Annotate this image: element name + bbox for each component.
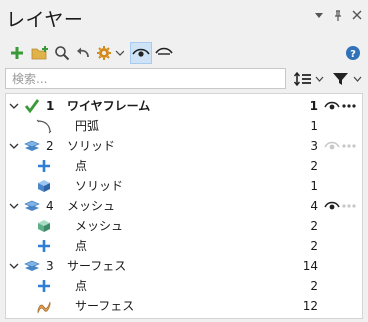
- more-options-icon[interactable]: [341, 136, 357, 156]
- layer-stack-icon: [24, 260, 40, 271]
- object-row-arc[interactable]: 円弧 1: [6, 116, 362, 136]
- sort-menu-button[interactable]: [292, 68, 326, 90]
- object-count: 2: [310, 279, 318, 293]
- eye-icon[interactable]: [324, 100, 340, 112]
- panel-title: レイヤー: [6, 9, 84, 31]
- chevron-down-icon: [315, 76, 324, 82]
- object-row-mesh[interactable]: メッシュ 2: [6, 216, 362, 236]
- object-row-point[interactable]: 点 2: [6, 236, 362, 256]
- layer-label: ソリッド: [67, 139, 116, 153]
- gear-icon: [97, 46, 111, 60]
- folder-plus-icon: [31, 46, 48, 60]
- chevron-down-icon[interactable]: [9, 196, 19, 216]
- triangle-down-icon[interactable]: [312, 10, 326, 24]
- add-folder-button[interactable]: [30, 42, 50, 64]
- close-icon[interactable]: [350, 10, 364, 24]
- object-label: 点: [75, 239, 88, 253]
- layer-row-wireframe[interactable]: 1 ワイヤフレーム 1: [6, 96, 362, 116]
- object-label: メッシュ: [75, 219, 124, 233]
- more-options-icon[interactable]: [341, 96, 357, 116]
- eye-icon[interactable]: [324, 140, 340, 152]
- help-button[interactable]: ?: [344, 42, 362, 64]
- point-icon: [38, 160, 50, 172]
- layer-tree: 1 ワイヤフレーム 1 円弧 1 2 ソリッド 3 点 2 ソリッド 1 4 メ…: [5, 93, 363, 319]
- point-icon: [38, 280, 50, 292]
- layer-stack-icon: [24, 200, 40, 211]
- show-layers-button[interactable]: [130, 42, 152, 64]
- object-label: 円弧: [75, 119, 100, 133]
- chevron-down-icon[interactable]: [9, 136, 19, 156]
- layer-number: 4: [46, 199, 54, 213]
- arc-icon: [36, 119, 52, 134]
- object-count: 3: [310, 139, 318, 153]
- search-layers-button[interactable]: [53, 42, 71, 64]
- undo-icon: [77, 47, 89, 58]
- layer-number: 2: [46, 139, 54, 153]
- object-label: 点: [75, 279, 88, 293]
- undo-button[interactable]: [74, 42, 92, 64]
- layer-number: 3: [46, 259, 54, 273]
- eye-closed-icon: [155, 47, 173, 55]
- object-row-point[interactable]: 点 2: [6, 276, 362, 296]
- object-label: ソリッド: [75, 179, 124, 193]
- object-row-point[interactable]: 点 2: [6, 156, 362, 176]
- hide-layers-button[interactable]: [154, 42, 174, 64]
- pin-icon[interactable]: [331, 10, 345, 24]
- object-count: 14: [302, 259, 318, 273]
- search-input[interactable]: [5, 68, 286, 89]
- solid-cube-icon: [38, 180, 50, 192]
- filter-menu-button[interactable]: [330, 68, 364, 90]
- object-count: 1: [310, 119, 318, 133]
- object-count: 2: [310, 159, 318, 173]
- add-layer-button[interactable]: [8, 42, 26, 64]
- object-count: 4: [310, 199, 318, 213]
- magnifier-icon: [55, 46, 70, 61]
- layer-label: ワイヤフレーム: [67, 99, 151, 113]
- plus-icon: [11, 47, 23, 59]
- layer-row-surface[interactable]: 3 サーフェス 14: [6, 256, 362, 276]
- object-count: 12: [302, 299, 318, 313]
- mesh-icon: [38, 220, 50, 232]
- eye-icon: [132, 48, 150, 57]
- chevron-down-icon: [115, 50, 124, 56]
- panel-titlebar: レイヤー: [0, 0, 368, 36]
- object-row-solid[interactable]: ソリッド 1: [6, 176, 362, 196]
- surface-icon: [37, 301, 51, 314]
- object-count: 2: [310, 219, 318, 233]
- more-options-icon[interactable]: [341, 196, 357, 216]
- layer-row-solid[interactable]: 2 ソリッド 3: [6, 136, 362, 156]
- sort-icon: [293, 71, 311, 87]
- help-icon: ?: [346, 46, 360, 60]
- settings-menu-button[interactable]: [95, 42, 125, 64]
- checkmark-icon: [24, 99, 40, 114]
- layer-label: メッシュ: [67, 199, 116, 213]
- object-count: 1: [310, 179, 318, 193]
- eye-icon[interactable]: [324, 200, 340, 212]
- object-count: 2: [310, 239, 318, 253]
- object-label: サーフェス: [75, 299, 135, 313]
- point-icon: [38, 240, 50, 252]
- layer-row-mesh[interactable]: 4 メッシュ 4: [6, 196, 362, 216]
- chevron-down-icon[interactable]: [9, 96, 19, 116]
- object-row-surface[interactable]: サーフェス 12: [6, 296, 362, 316]
- layer-toolbar: ?: [0, 40, 368, 66]
- chevron-down-icon: [353, 76, 362, 82]
- layer-label: サーフェス: [67, 259, 127, 273]
- object-label: 点: [75, 159, 88, 173]
- object-count: 1: [309, 99, 318, 113]
- layer-stack-icon: [24, 140, 40, 151]
- layer-number: 1: [46, 99, 55, 113]
- svg-text:?: ?: [350, 49, 356, 60]
- chevron-down-icon[interactable]: [9, 256, 19, 276]
- filter-icon: [333, 73, 348, 85]
